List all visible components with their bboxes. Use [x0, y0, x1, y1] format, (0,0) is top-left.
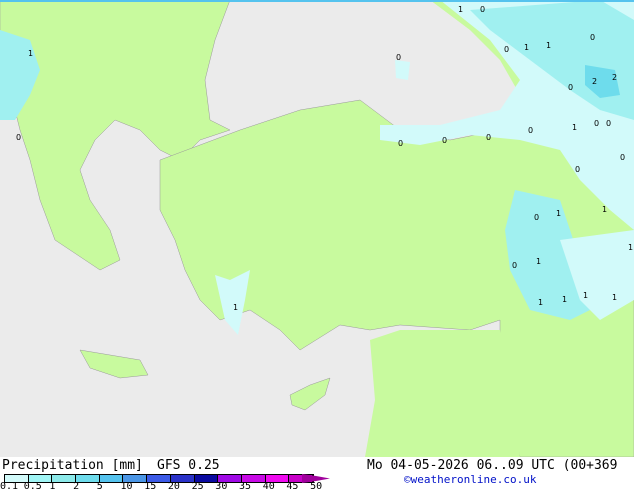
legend-tick: 40: [262, 481, 275, 492]
precip-value: 1: [628, 243, 633, 252]
precip-value: 2: [592, 77, 597, 86]
precip-value: 0: [528, 126, 533, 135]
land-levant: [365, 330, 520, 457]
precip-value: 0: [620, 153, 625, 162]
precip-value: 0: [606, 119, 611, 128]
precip-value: 0: [568, 83, 573, 92]
precip-value: 0: [504, 45, 509, 54]
legend-tick: 25: [191, 481, 204, 492]
legend-tick: 20: [167, 481, 180, 492]
precip-value: 0: [16, 133, 21, 142]
legend-tick: 2: [73, 481, 80, 492]
legend-tick: 0.1: [0, 481, 19, 492]
legend-tick: 10: [120, 481, 133, 492]
legend-tick: 35: [239, 481, 252, 492]
legend-tick: 1: [49, 481, 56, 492]
precip-value: 0: [594, 119, 599, 128]
precip-value: 1: [28, 49, 33, 58]
precipitation-map: 1 0 0 0 1 1 1 0 0 2 2 0 1 0 0 0 0 0 0 0 …: [0, 0, 634, 457]
precip-value: 1: [572, 123, 577, 132]
precip-value: 1: [562, 295, 567, 304]
precip-value: 0: [575, 165, 580, 174]
credit-link[interactable]: ©weatheronline.co.uk: [404, 473, 536, 486]
precip-value: 1: [536, 257, 541, 266]
precip-value: 2: [612, 73, 617, 82]
legend-tick: 50: [310, 481, 323, 492]
precip-value: 0: [442, 136, 447, 145]
valid-datetime: Mo 04-05-2026 06..09 UTC (00+369: [367, 458, 618, 473]
precip-value: 1: [233, 303, 238, 312]
precip-value: 0: [534, 213, 539, 222]
precip-value: 0: [590, 33, 595, 42]
precip-value: 1: [583, 291, 588, 300]
legend-tick: 45: [286, 481, 299, 492]
legend-tick: 30: [215, 481, 228, 492]
legend-tick: 15: [144, 481, 157, 492]
precip-value: 0: [396, 53, 401, 62]
precip-value: 0: [512, 261, 517, 270]
map-title: Precipitation [mm]: [2, 458, 143, 473]
precip-value: 1: [556, 209, 561, 218]
precip-value: 1: [524, 43, 529, 52]
precip-value: 0: [486, 133, 491, 142]
precip-value: 1: [612, 293, 617, 302]
precip-value: 1: [602, 205, 607, 214]
precip-area-sea: [395, 60, 410, 80]
precip-value: 0: [398, 139, 403, 148]
precip-value: 1: [538, 298, 543, 307]
model-name: GFS 0.25: [157, 458, 220, 473]
precip-value: 1: [458, 5, 463, 14]
precip-value: 1: [546, 41, 551, 50]
legend-tick: 0.5: [23, 481, 42, 492]
precip-value: 0: [480, 5, 485, 14]
legend-tick: 5: [96, 481, 103, 492]
